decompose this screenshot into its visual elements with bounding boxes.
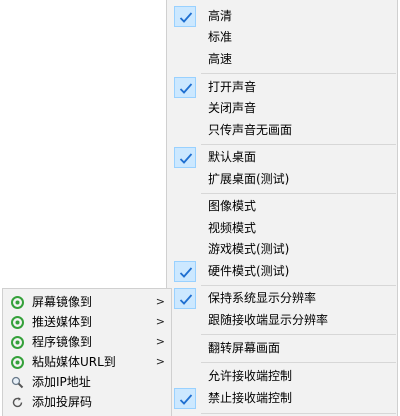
menu-item-paste-media-url[interactable]: 粘贴媒体URL到 >	[3, 352, 171, 372]
menu-item-allow-control[interactable]: 允许接收端控制	[167, 366, 397, 387]
menu-item-label: 游戏模式(测试)	[208, 242, 290, 256]
menu-item-label: 禁止接收端控制	[208, 391, 293, 405]
chevron-right-icon: >	[155, 355, 165, 368]
checkmark-icon	[174, 261, 196, 282]
menu-item-label: 推送媒体到	[32, 315, 93, 329]
menu-item-label: 关闭声音	[208, 101, 257, 115]
menu-item-label: 保持系统显示分辨率	[208, 291, 317, 305]
menu-item-label: 视频模式	[208, 221, 257, 235]
menu-item-add-cast-code[interactable]: 添加投屏码	[3, 392, 171, 412]
green-share-icon	[11, 336, 24, 349]
menu-item-label: 屏幕镜像到	[32, 295, 93, 309]
menu-separator	[201, 362, 396, 363]
menu-item-label: 粘贴媒体URL到	[32, 355, 116, 369]
menu-item-label: 图像模式	[208, 199, 257, 213]
menu-item-app-mirror[interactable]: 程序镜像到 >	[3, 332, 171, 352]
chevron-right-icon: >	[155, 315, 165, 328]
menu-item-keep-resolution[interactable]: 保持系统显示分辨率	[167, 288, 397, 309]
green-share-icon	[11, 356, 24, 369]
chevron-right-icon: >	[155, 295, 165, 308]
quality-context-menu: 高清 标准 高速 打开声音 关闭声音 只传声音无画面 默认桌面 扩展桌面(测试)…	[166, 0, 398, 416]
menu-item-label: 高清	[208, 9, 233, 23]
checkmark-icon	[174, 77, 196, 98]
menu-item-label: 只传声音无画面	[208, 123, 293, 137]
menu-separator	[201, 285, 396, 286]
checkmark-icon	[174, 288, 196, 309]
menu-item-fast[interactable]: 高速	[167, 49, 397, 70]
chevron-right-icon: >	[155, 335, 165, 348]
menu-item-hd[interactable]: 高清	[167, 6, 397, 27]
menu-item-label: 标准	[208, 30, 233, 44]
green-share-icon	[11, 296, 24, 309]
menu-item-hardware-mode[interactable]: 硬件模式(测试)	[167, 261, 397, 282]
menu-item-label: 允许接收端控制	[208, 369, 293, 383]
menu-item-label: 翻转屏幕画面	[208, 341, 281, 355]
menu-item-label: 添加投屏码	[32, 395, 93, 409]
menu-item-game-mode[interactable]: 游戏模式(测试)	[167, 239, 397, 260]
menu-item-default-desktop[interactable]: 默认桌面	[167, 147, 397, 168]
menu-item-screen-mirror[interactable]: 屏幕镜像到 >	[3, 292, 171, 312]
menu-item-label: 打开声音	[208, 80, 257, 94]
menu-item-deny-control[interactable]: 禁止接收端控制	[167, 388, 397, 409]
menu-item-label: 跟随接收端显示分辨率	[208, 313, 329, 327]
menu-item-flip-screen[interactable]: 翻转屏幕画面	[167, 338, 397, 359]
green-share-icon	[11, 316, 24, 329]
menu-item-label: 高速	[208, 52, 233, 66]
menu-item-sound-on[interactable]: 打开声音	[167, 77, 397, 98]
menu-item-video-mode[interactable]: 视频模式	[167, 218, 397, 239]
menu-separator	[201, 193, 396, 194]
menu-item-standard[interactable]: 标准	[167, 27, 397, 48]
menu-item-extended-desktop[interactable]: 扩展桌面(测试)	[167, 169, 397, 190]
menu-separator	[201, 413, 396, 414]
menu-item-label: 默认桌面	[208, 150, 257, 164]
menu-separator	[201, 334, 396, 335]
refresh-icon	[11, 396, 24, 409]
checkmark-icon	[174, 147, 196, 168]
menu-item-add-ip[interactable]: 添加IP地址	[3, 372, 171, 392]
menu-item-label: 扩展桌面(测试)	[208, 172, 290, 186]
menu-item-sound-off[interactable]: 关闭声音	[167, 98, 397, 119]
menu-item-image-mode[interactable]: 图像模式	[167, 196, 397, 217]
menu-item-audio-only[interactable]: 只传声音无画面	[167, 120, 397, 141]
menu-separator	[201, 144, 396, 145]
menu-item-follow-resolution[interactable]: 跟随接收端显示分辨率	[167, 310, 397, 331]
checkmark-icon	[174, 6, 196, 27]
menu-item-label: 添加IP地址	[32, 375, 91, 389]
magnifier-icon	[11, 376, 24, 389]
menu-item-label: 硬件模式(测试)	[208, 264, 290, 278]
menu-item-label: 程序镜像到	[32, 335, 93, 349]
menu-separator	[201, 73, 396, 74]
checkmark-icon	[174, 388, 196, 409]
menu-item-push-media[interactable]: 推送媒体到 >	[3, 312, 171, 332]
cast-context-menu: 屏幕镜像到 > 推送媒体到 > 程序镜像到 > 粘贴媒体URL到 > 添加IP地…	[2, 288, 172, 416]
